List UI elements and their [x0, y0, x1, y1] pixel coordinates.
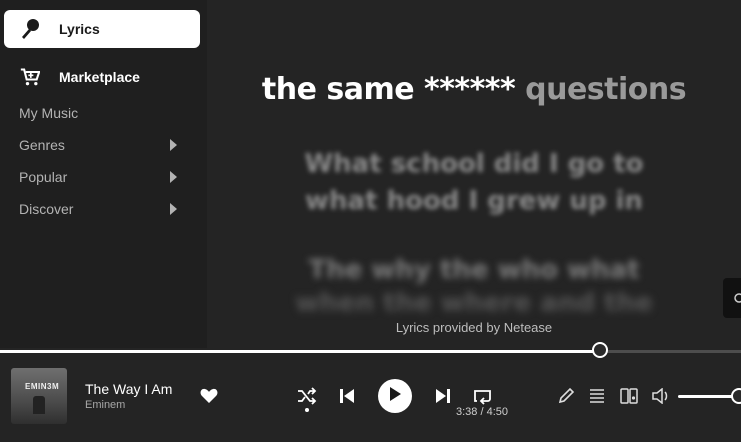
following-lyric-line-2: when the where and the: [207, 288, 741, 318]
repeat-icon[interactable]: [472, 386, 494, 406]
device-icon[interactable]: [619, 386, 639, 406]
side-panel-tab[interactable]: [723, 278, 741, 318]
chevron-right-icon: [170, 139, 177, 151]
album-art-figure: [33, 396, 45, 414]
progress-fill: [0, 350, 600, 353]
sidebar-item-label: Popular: [19, 169, 68, 185]
play-icon: [388, 386, 402, 407]
time-display: 3:38 / 4:50: [456, 406, 508, 418]
progress-handle[interactable]: [592, 342, 608, 358]
player-bar: EMIN3M The Way I Am Eminem 3:38 / 4:50: [0, 342, 741, 442]
sidebar-item-label: My Music: [19, 105, 79, 121]
chevron-right-icon: [170, 171, 177, 183]
microphone-icon: [20, 19, 40, 39]
sidebar-item-genres[interactable]: Genres: [19, 134, 189, 156]
album-art-text: EMIN3M: [25, 382, 60, 391]
current-lyric-line: the same ****** questions: [207, 72, 741, 107]
sidebar-item-my-music[interactable]: My Music: [19, 102, 189, 124]
sidebar-item-popular[interactable]: Popular: [19, 166, 189, 188]
lyrics-provider: Lyrics provided by Netease: [395, 320, 553, 335]
shuffle-icon[interactable]: [296, 386, 318, 406]
track-title[interactable]: The Way I Am: [85, 381, 172, 397]
cart-icon: [20, 67, 40, 87]
volume-icon[interactable]: [651, 386, 671, 406]
chevron-right-icon: [170, 203, 177, 215]
lyric-sung-text: the same ******: [261, 72, 516, 107]
volume-handle[interactable]: [731, 388, 741, 404]
pencil-icon[interactable]: [556, 386, 576, 406]
sidebar-item-label: Genres: [19, 137, 65, 153]
lyrics-panel: the same ****** questions What school di…: [207, 0, 741, 348]
lyric-text: The why the who what: [308, 255, 640, 285]
lyric-text: What school did I go to: [304, 149, 644, 179]
next-lyric-line: What school did I go to what hood I grew…: [207, 146, 741, 220]
sidebar-item-label: Discover: [19, 201, 74, 217]
sidebar-item-label: Lyrics: [59, 21, 100, 37]
sidebar-item-marketplace[interactable]: Marketplace: [4, 58, 200, 96]
queue-icon[interactable]: [587, 386, 607, 406]
shuffle-active-indicator: [305, 408, 309, 412]
lyric-unsung-text: questions: [525, 72, 687, 107]
play-button[interactable]: [378, 379, 412, 413]
lyric-text: what hood I grew up in: [305, 186, 643, 216]
progress-bar[interactable]: [0, 342, 741, 358]
album-art[interactable]: EMIN3M: [11, 368, 67, 424]
next-icon[interactable]: [433, 386, 453, 406]
previous-icon[interactable]: [337, 386, 357, 406]
following-lyric-line: The why the who what: [207, 254, 741, 287]
sidebar-item-lyrics[interactable]: Lyrics: [4, 10, 200, 48]
sidebar-item-label: Marketplace: [59, 69, 140, 85]
track-artist[interactable]: Eminem: [85, 399, 125, 411]
lyric-text: when the where and the: [295, 288, 653, 318]
sidebar: Lyrics Marketplace My Music Genres Popul…: [0, 0, 207, 348]
sidebar-item-discover[interactable]: Discover: [19, 198, 189, 220]
heart-icon[interactable]: [199, 386, 219, 406]
